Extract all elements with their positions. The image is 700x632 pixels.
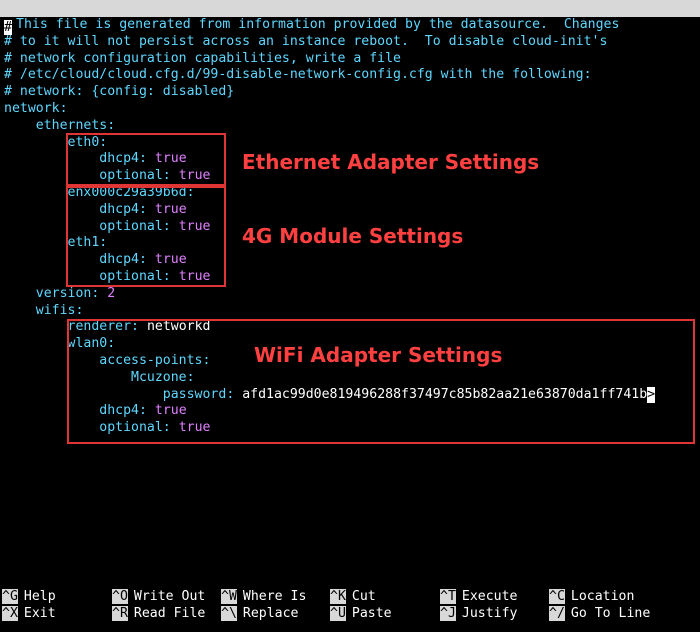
editor-line: # network configuration capabilities, wr… <box>4 51 698 68</box>
comment-text: # network configuration capabilities, wr… <box>4 50 401 66</box>
editor-line: wifis: <box>4 303 698 320</box>
shortcut-row: ^G Help ^O Write Out ^W Where Is ^K Cut ^T Ex… <box>0 588 700 605</box>
shortcut-write-out[interactable]: ^O Write Out <box>112 588 205 605</box>
editor-line: # network: {config: disabled} <box>4 84 698 101</box>
editor-line: network: <box>4 101 698 118</box>
yaml-key: ethernets: <box>35 117 116 133</box>
shortcut-cut[interactable]: ^K Cut <box>330 588 376 605</box>
shortcut-where-is[interactable]: ^W Where Is <box>221 588 306 605</box>
ethernet-highlight-box <box>66 133 226 186</box>
shortcut-bar: ^G Help ^O Write Out ^W Where Is ^K Cut ^T Ex… <box>0 588 700 622</box>
shortcut-paste[interactable]: ^U Paste <box>330 605 392 622</box>
comment-text: # /etc/cloud/cloud.cfg.d/99-disable-netw… <box>4 67 592 83</box>
4g-annotation: 4G Module Settings <box>242 224 464 248</box>
shortcut-help[interactable]: ^G Help <box>2 588 56 605</box>
wifi-annotation: WiFi Adapter Settings <box>254 343 503 367</box>
4g-highlight-box <box>66 186 226 287</box>
text-cursor: # <box>4 20 12 35</box>
yaml-key: wifis: <box>35 302 84 318</box>
comment-text: # to it will not persist across an insta… <box>4 33 608 49</box>
wifi-highlight-box <box>67 319 695 444</box>
shortcut-execute[interactable]: ^T Execute <box>440 588 517 605</box>
shortcut-replace[interactable]: ^\ Replace <box>221 605 298 622</box>
comment-text: # network: {config: disabled} <box>4 84 235 100</box>
yaml-key: network: <box>4 100 68 116</box>
shortcut-read-file[interactable]: ^R Read File <box>112 605 205 622</box>
editor-line: # This file is generated from information… <box>4 17 698 35</box>
shortcut-row: ^X Exit ^R Read File ^\ Replace ^U Paste ^J J… <box>0 605 700 622</box>
editor-line: # /etc/cloud/cloud.cfg.d/99-disable-netw… <box>4 67 698 84</box>
yaml-key: version: <box>35 285 100 301</box>
shortcut-go-to-line[interactable]: ^/Go To Line <box>549 605 650 622</box>
editor-line: # to it will not persist across an insta… <box>4 34 698 51</box>
shortcut-justify[interactable]: ^J Justify <box>440 605 517 622</box>
shortcut-exit[interactable]: ^X Exit <box>2 605 56 622</box>
nano-title-bar: GNU nano 7.2 /etc/netplan/50-cloud-init.… <box>0 0 700 50</box>
comment-text: This file is generated from information … <box>16 17 620 32</box>
ethernet-annotation: Ethernet Adapter Settings <box>242 150 540 174</box>
yaml-value: 2 <box>107 285 116 301</box>
editor-line: version: 2 <box>4 286 698 303</box>
shortcut-location[interactable]: ^C Location <box>549 588 634 605</box>
